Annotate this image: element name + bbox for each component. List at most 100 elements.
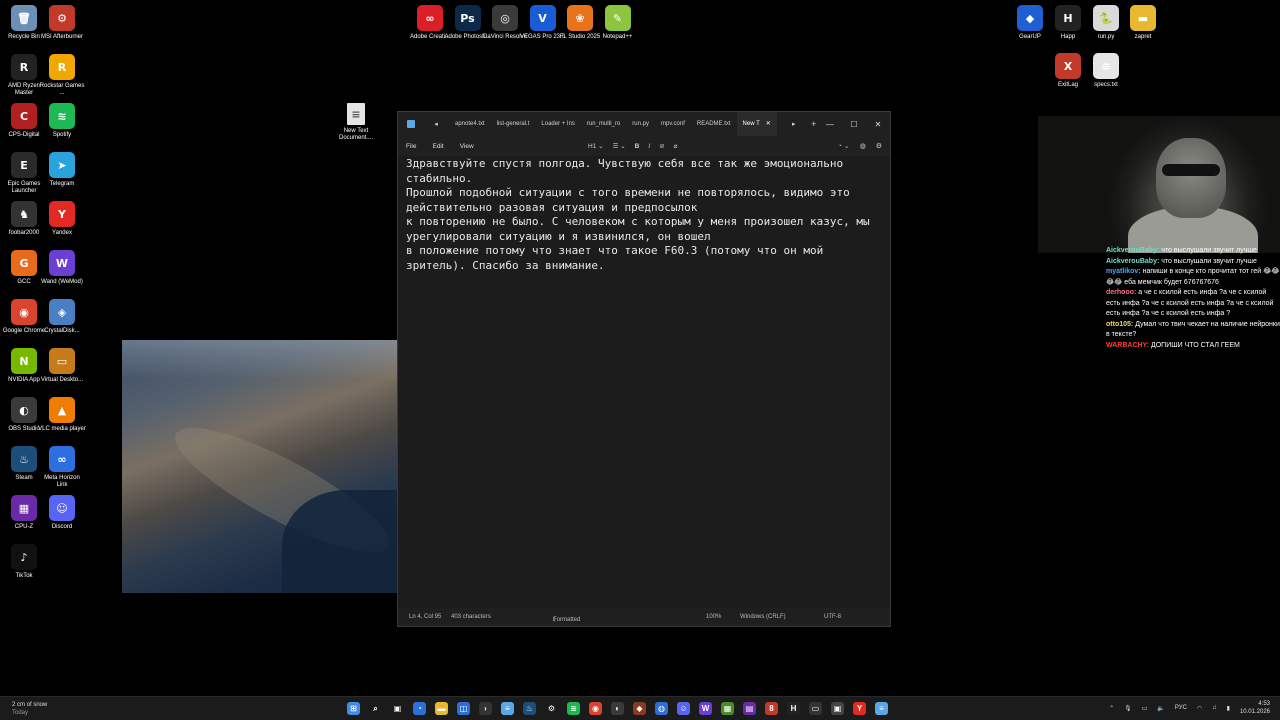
desktop-icon[interactable]: ➤ Telegram — [40, 152, 84, 188]
clock[interactable]: 4:53 10.01.2026 — [1240, 700, 1270, 716]
vlc-icon: ▲ — [49, 397, 75, 423]
list-icon[interactable]: ☰ ⌄ — [613, 142, 626, 150]
clock-time: 4:53 — [1258, 701, 1270, 707]
scroll-tabs-right-icon[interactable]: ▸ — [787, 120, 801, 128]
desktop-icon[interactable]: ▭ Virtual Deskto... — [40, 348, 84, 384]
desktop-icon[interactable]: W Wand (WeMod) — [40, 250, 84, 286]
menu-view[interactable]: View — [460, 143, 474, 150]
desktop-icon[interactable]: ▬ zapret — [1121, 5, 1165, 41]
menu-file[interactable]: File — [406, 143, 416, 150]
search-icon[interactable]: ⌕ — [369, 702, 382, 715]
cursor-position: Ln 4, Col 95 — [409, 614, 442, 620]
desktop-icon[interactable]: R Rockstar Games ... — [40, 54, 84, 97]
desktop-icon-label: Virtual Deskto... — [40, 377, 84, 383]
text-file-icon: ≡ — [347, 103, 365, 125]
desktop-icon[interactable]: ☺ Discord — [40, 495, 84, 531]
settings-icon[interactable]: ⚙ — [545, 702, 558, 715]
desktop-icon-label: CrystalDisk... — [44, 328, 80, 334]
tab[interactable]: list-general.t — [491, 112, 536, 136]
terminal-icon[interactable]: ▭ — [809, 702, 822, 715]
tray-chevron-icon[interactable]: ⌃ — [1109, 705, 1114, 712]
menu-edit[interactable]: Edit — [432, 143, 443, 150]
maximize-icon[interactable]: ☐ — [842, 120, 866, 129]
discord-icon[interactable]: ☺ — [677, 702, 690, 715]
chat-text: ДОПИШИ ЧТО СТАЛ ГЕЕМ — [1151, 341, 1240, 349]
link-icon[interactable]: ⊘ — [659, 142, 664, 150]
tab[interactable]: Loader + Ins — [535, 112, 581, 136]
tab[interactable]: run_multi_ro — [581, 112, 626, 136]
mic-icon[interactable]: 🎙 — [1124, 705, 1132, 712]
explorer-icon[interactable]: ▬ — [435, 702, 448, 715]
italic-icon[interactable]: I — [648, 143, 650, 150]
tab[interactable]: README.txt — [691, 112, 737, 136]
desktop-icon[interactable]: ◈ CrystalDisk... — [40, 299, 84, 335]
desktop-icon[interactable]: ≋ Spotify — [40, 103, 84, 139]
windows-start-icon[interactable]: ⊞ — [347, 702, 360, 715]
desktop-icon-label: Notepad++ — [602, 34, 633, 40]
desktop-icon[interactable]: ≡ specs.txt — [1084, 53, 1128, 89]
app-icon[interactable]: ◆ — [633, 702, 646, 715]
happ-icon[interactable]: H — [787, 702, 800, 715]
desktop-icon[interactable]: ∞ Meta Horizon Link — [40, 446, 84, 489]
text-editor[interactable]: Здравствуйте спустя полгода. Чувствую се… — [406, 157, 880, 273]
steam-icon[interactable]: ♨ — [523, 702, 536, 715]
close-tab-icon[interactable]: ✕ — [765, 112, 777, 136]
spotify-icon: ≋ — [49, 103, 75, 129]
wifi-icon[interactable]: ◠ — [1197, 705, 1202, 712]
desktop-icon-label: Discord — [51, 524, 73, 530]
obs-icon: ◐ — [11, 397, 37, 423]
minecraft-icon[interactable]: ▦ — [721, 702, 734, 715]
chat-message: derhooo: а че с ксилой есть инфа ?а че с… — [1106, 288, 1280, 320]
globe-icon[interactable]: ◍ — [655, 702, 668, 715]
notepad-window[interactable]: ◂ apnote4.txt list-general.t Loader + Ins r… — [397, 111, 891, 627]
volume-icon[interactable]: ♫ — [1212, 705, 1217, 711]
copilot-icon[interactable]: ◔ — [413, 702, 426, 715]
obs-icon[interactable]: ◐ — [611, 702, 624, 715]
desktop-icon[interactable]: Y Yandex — [40, 201, 84, 237]
clear-format-icon[interactable]: ⌀ — [674, 142, 678, 150]
app-red-icon[interactable]: 8 — [765, 702, 778, 715]
notepad-icon[interactable]: ≡ — [875, 702, 888, 715]
nvidia-icon: N — [11, 348, 37, 374]
language-indicator[interactable]: РУС — [1175, 705, 1187, 711]
stream-chat-overlay: AickverouBaby: что выслушали звучит лучш… — [1106, 246, 1280, 351]
happ-icon: H — [1055, 5, 1081, 31]
battery-icon[interactable]: ▮ — [1227, 705, 1230, 712]
terminal-icon[interactable]: › — [479, 702, 492, 715]
weather-widget[interactable]: 2 cm of snow Today — [12, 701, 47, 717]
scroll-tabs-left-icon[interactable]: ◂ — [429, 120, 443, 128]
copilot-icon[interactable]: ◔ ⌄ — [838, 142, 850, 150]
new-text-document-icon[interactable]: ≡ New Text Document.... — [334, 103, 378, 142]
yandex-icon[interactable]: Y — [853, 702, 866, 715]
zoom-level[interactable]: 100% — [706, 614, 721, 620]
line-endings[interactable]: Windows (CRLF) — [740, 614, 786, 620]
chrome-icon[interactable]: ◉ — [589, 702, 602, 715]
tab[interactable]: apnote4.txt — [449, 112, 491, 136]
heading-selector[interactable]: H1 ⌄ — [588, 142, 604, 150]
minimize-icon[interactable]: — — [818, 120, 842, 129]
network-icon[interactable]: ▭ — [1142, 705, 1148, 712]
encoding[interactable]: UTF-8 — [824, 614, 841, 620]
tab[interactable]: run.py — [626, 112, 655, 136]
desktop-icon[interactable]: ✎ Notepad++ — [596, 5, 640, 41]
cpuz-icon[interactable]: ▤ — [743, 702, 756, 715]
speaker-icon[interactable]: 🔈 — [1157, 705, 1164, 712]
desktop-icon[interactable]: ♪ TikTok — [2, 544, 46, 580]
bold-icon[interactable]: B — [635, 143, 640, 150]
wand-icon[interactable]: W — [699, 702, 712, 715]
tab[interactable]: mpv.conf — [655, 112, 691, 136]
desktop-icon-label: specs.txt — [1094, 82, 1118, 88]
account-icon[interactable]: ◍ — [860, 142, 866, 150]
desktop-icon[interactable]: ⚙ MSI Afterburner — [40, 5, 84, 41]
spotify-icon[interactable]: ≋ — [567, 702, 580, 715]
close-icon[interactable]: ✕ — [866, 120, 890, 129]
tab[interactable]: New T — [736, 112, 766, 136]
app-gray-icon[interactable]: ▣ — [831, 702, 844, 715]
notepad-icon[interactable]: ≡ — [501, 702, 514, 715]
settings-gear-icon[interactable]: ⚙ — [876, 142, 882, 150]
store-icon[interactable]: ◫ — [457, 702, 470, 715]
fl-studio-icon: ❀ — [567, 5, 593, 31]
task-view-icon[interactable]: ▣ — [391, 702, 404, 715]
desktop-icon[interactable]: ▲ VLC media player — [38, 397, 86, 433]
character-count: 403 characters — [451, 614, 491, 620]
